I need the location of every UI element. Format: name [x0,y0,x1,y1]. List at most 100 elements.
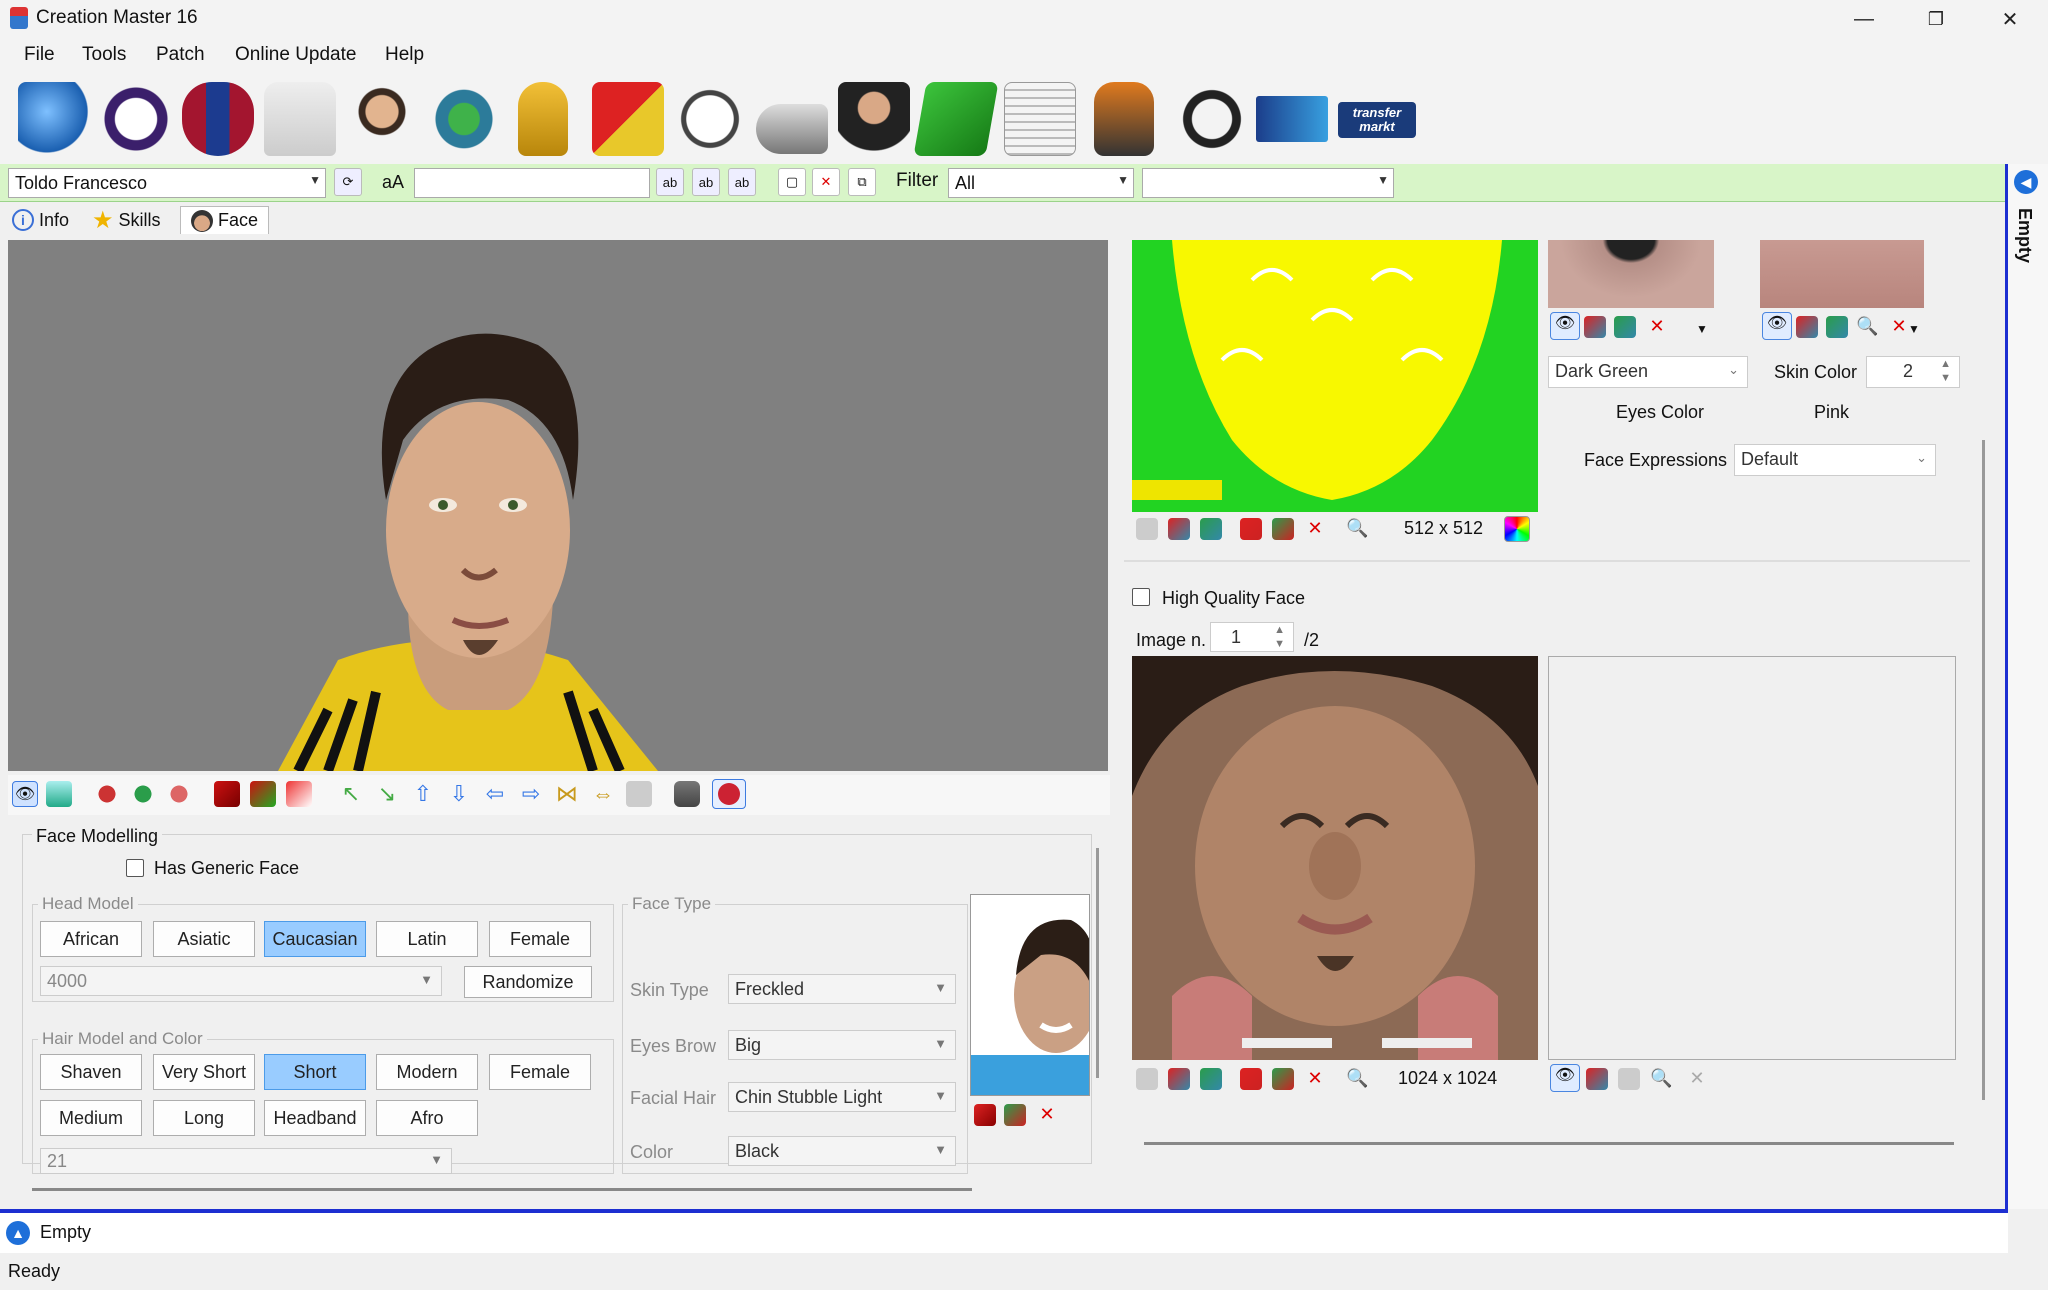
delete-secondary-icon[interactable]: ✕ [1686,1068,1708,1090]
goalkeeper-gloves-icon[interactable] [1094,82,1154,156]
hair-modern-button[interactable]: Modern [376,1054,478,1090]
menu-online-update[interactable]: Online Update [235,44,356,66]
copy-icon[interactable]: ⧉ [848,168,876,196]
cards-icon[interactable] [592,82,664,156]
kit-shirt-icon[interactable] [264,82,336,156]
vertical-scrollbar[interactable] [1096,848,1099,1078]
tab-skills[interactable]: ★ Skills [92,206,161,234]
head-green-icon[interactable] [130,781,156,807]
head-african-button[interactable]: African [40,921,142,957]
save-icon[interactable] [1136,518,1158,540]
arrow-up-icon[interactable]: ⇧ [410,781,436,807]
arrow-down-right-icon[interactable]: ↘ [374,781,400,807]
search-input[interactable] [414,168,650,198]
export-photo-icon[interactable] [1004,1104,1026,1126]
delete-hq-texture-icon[interactable]: ✕ [1304,1068,1326,1090]
eye-icon[interactable]: 👁 [1550,1064,1580,1092]
export-hq-texture-icon[interactable] [1200,1068,1222,1090]
find-all-icon[interactable]: ab [728,168,756,196]
arrow-down-icon[interactable]: ⇩ [446,781,472,807]
image-n-stepper[interactable]: 1 ▲ ▼ [1210,622,1294,652]
horizontal-scrollbar[interactable] [32,1188,972,1191]
newspaper-icon[interactable] [1004,82,1076,156]
find-icon[interactable]: ab [656,168,684,196]
head-model-select[interactable]: 4000 ▼ [40,966,442,996]
eyes-brow-select[interactable]: Big ▼ [728,1030,956,1060]
export-secondary-icon[interactable] [1618,1068,1640,1090]
pitch-icon[interactable] [913,82,999,156]
import-secondary-icon[interactable] [1586,1068,1608,1090]
shirt-green-icon[interactable] [250,781,276,807]
face-expressions-select[interactable]: Default ⌄ [1734,444,1936,476]
club-badge-icon[interactable] [182,82,254,156]
arrow-right-icon[interactable]: ⇨ [518,781,544,807]
export-hq-all-icon[interactable] [1272,1068,1294,1090]
hair-female-button[interactable]: Female [489,1054,591,1090]
secondary-filter-select[interactable]: ▼ [1142,168,1394,198]
fifa-icon[interactable] [1256,96,1328,142]
zoom-out-icon[interactable]: ⇔ [590,781,616,807]
chevron-down-icon[interactable]: ▼ [1696,322,1708,336]
eyes-texture-preview[interactable] [1548,240,1714,308]
hair-medium-button[interactable]: Medium [40,1100,142,1136]
player-icon[interactable] [346,82,418,156]
import-photo-icon[interactable] [974,1104,996,1126]
chevron-down-icon[interactable]: ▼ [1908,322,1920,336]
menu-tools[interactable]: Tools [82,44,126,66]
hair-short-button[interactable]: Short [264,1054,366,1090]
zoom-icon[interactable]: 🔍 [1650,1068,1672,1090]
skin-texture-preview[interactable] [1760,240,1924,308]
menu-file[interactable]: File [24,44,55,66]
hair-model-select[interactable]: 21 ▼ [40,1148,452,1174]
color-palette-icon[interactable] [1504,516,1530,542]
trophy-icon[interactable] [518,82,568,156]
ball-icon[interactable] [674,82,746,156]
case-toggle-button[interactable]: aA [376,168,410,196]
eye-icon[interactable]: 👁 [1762,312,1792,340]
delete-skin-icon[interactable]: ✕ [1888,316,1910,338]
import-texture-icon[interactable] [1168,518,1190,540]
delete-icon[interactable]: ✕ [812,168,840,196]
head-female-button[interactable]: Female [489,921,591,957]
refresh-icon[interactable] [46,781,72,807]
hq-face-secondary-preview[interactable] [1548,656,1956,1060]
import-hq-texture-icon[interactable] [1168,1068,1190,1090]
horizontal-scrollbar[interactable] [1144,1142,1954,1145]
high-quality-face-checkbox[interactable] [1132,588,1150,606]
zoom-icon[interactable]: 🔍 [1346,518,1368,540]
export-all-icon[interactable] [1272,518,1294,540]
arrow-up-left-icon[interactable]: ↖ [338,781,364,807]
hair-afro-button[interactable]: Afro [376,1100,478,1136]
arrow-left-icon[interactable]: ◀ [2014,170,2038,194]
skin-color-stepper[interactable]: 2 ▲ ▼ [1866,356,1960,388]
face-texture-preview[interactable] [1132,240,1538,512]
import-eyes-icon[interactable] [1584,316,1606,338]
export-texture-icon[interactable] [1200,518,1222,540]
hair-very-short-button[interactable]: Very Short [153,1054,255,1090]
vertical-scrollbar[interactable] [1982,440,1985,1100]
import-skin-icon[interactable] [1796,316,1818,338]
hq-face-texture-preview[interactable] [1132,656,1538,1060]
shirt-white-icon[interactable] [286,781,312,807]
tab-face[interactable]: Face [180,206,270,234]
minimize-button[interactable]: — [1834,0,1894,38]
zoom-icon[interactable]: 🔍 [1346,1068,1368,1090]
filter-select[interactable]: All ▼ [948,168,1134,198]
headphones-icon[interactable] [1176,82,1248,156]
face-mask-toggle[interactable] [712,779,746,809]
head-caucasian-button[interactable]: Caucasian [264,921,366,957]
new-icon[interactable]: ▢ [778,168,806,196]
save-icon[interactable] [626,781,652,807]
globe-icon[interactable] [18,82,90,156]
hair-color-select[interactable]: Black ▼ [728,1136,956,1166]
eye-icon[interactable]: 👁 [1550,312,1580,340]
delete-texture-icon[interactable]: ✕ [1304,518,1326,540]
zoom-icon[interactable]: 🔍 [1856,316,1878,338]
head-pink-icon[interactable] [166,781,192,807]
hair-headband-button[interactable]: Headband [264,1100,366,1136]
head-latin-button[interactable]: Latin [376,921,478,957]
export-skin-icon[interactable] [1826,316,1848,338]
player-select[interactable]: Toldo Francesco ▼ [8,168,326,198]
maximize-button[interactable]: ❐ [1906,0,1966,38]
eye-icon[interactable]: 👁 [12,781,38,807]
